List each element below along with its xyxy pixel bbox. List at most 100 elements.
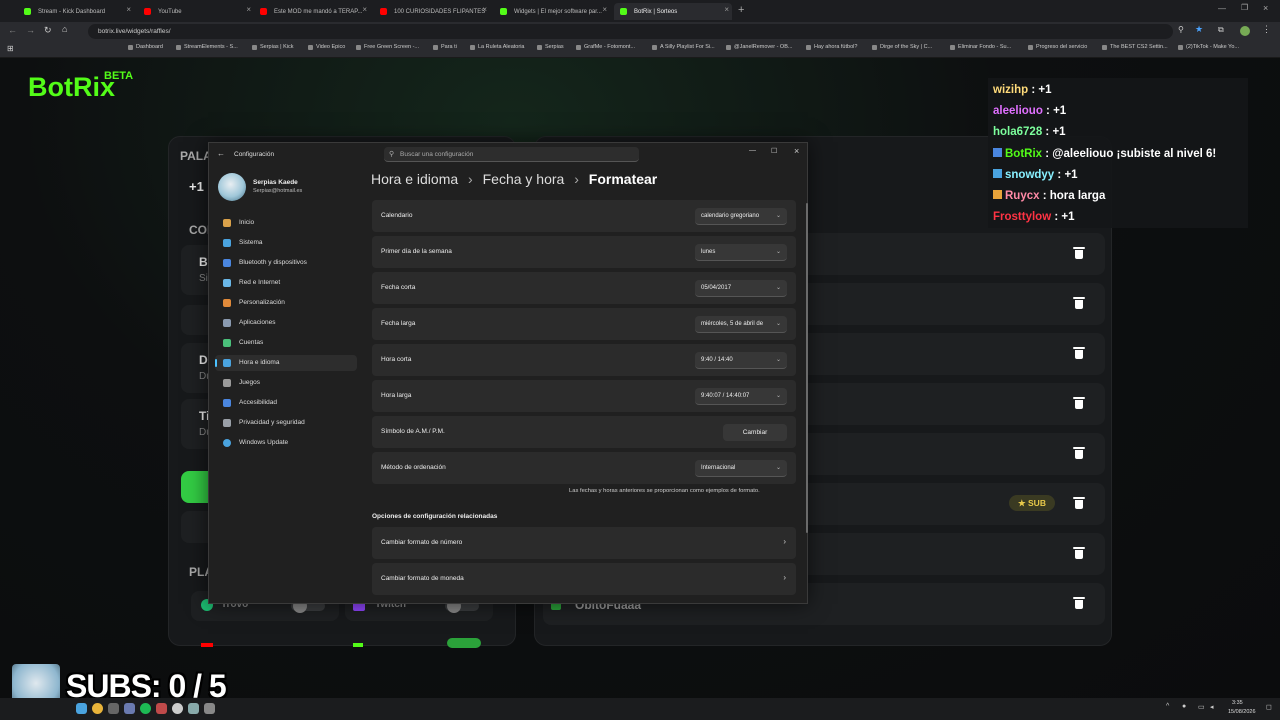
taskview-icon[interactable]	[108, 703, 119, 714]
close-tab-icon[interactable]: ×	[126, 5, 131, 14]
delete-icon[interactable]	[1072, 596, 1086, 610]
close-tab-icon[interactable]: ×	[246, 5, 251, 14]
minimize-window-button[interactable]: —	[1218, 4, 1226, 13]
long-time-dropdown[interactable]: 9:40:07 / 14:40:07 ⌄	[695, 388, 787, 405]
tray-chevron-icon[interactable]: ^	[1166, 703, 1169, 710]
bookmark[interactable]: Dirge of the Sky | C...	[872, 44, 932, 50]
botrix-logo[interactable]: BotRix	[28, 72, 115, 103]
calendar-dropdown[interactable]: calendario gregoriano ⌄	[695, 208, 787, 225]
zoom-icon[interactable]: ⚲	[1178, 25, 1184, 34]
start-icon[interactable]	[76, 703, 87, 714]
nav-item-accesibilidad[interactable]: Accesibilidad	[215, 395, 357, 411]
sort-method-dropdown[interactable]: Internacional ⌄	[695, 460, 787, 477]
related-link-currency-format[interactable]: Cambiar formato de moneda ›	[372, 563, 796, 595]
delete-icon[interactable]	[1072, 296, 1086, 310]
close-tab-icon[interactable]: ×	[362, 5, 367, 14]
bookmark[interactable]: StreamElements - S...	[176, 44, 238, 50]
apps-icon[interactable]: ⊞	[7, 44, 14, 53]
browser-tab[interactable]: 100 CURIOSIDADES FLIPANTES ×	[374, 3, 490, 20]
close-tab-icon[interactable]: ×	[482, 5, 487, 14]
short-date-dropdown[interactable]: 05/04/2017 ⌄	[695, 280, 787, 297]
breadcrumb-item[interactable]: Hora e idioma	[371, 171, 458, 187]
nav-item-juegos[interactable]: Juegos	[215, 375, 357, 391]
bookmark[interactable]: GrafMe - Fotomont...	[576, 44, 635, 50]
app-icon[interactable]	[204, 703, 215, 714]
explorer-icon[interactable]	[124, 703, 135, 714]
bookmark[interactable]: Progreso del servicio	[1028, 44, 1087, 50]
bookmark[interactable]: (2)TikTok - Make Yo...	[1178, 44, 1239, 50]
settings-search-input[interactable]: ⚲ Buscar una configuración	[384, 147, 639, 162]
url-field[interactable]: botrix.live/widgets/raffles/	[88, 24, 1173, 39]
short-time-dropdown[interactable]: 9:40 / 14:40 ⌄	[695, 352, 787, 369]
nav-item-red[interactable]: Red e Internet	[215, 275, 357, 291]
new-tab-button[interactable]: +	[738, 4, 744, 16]
delete-icon[interactable]	[1072, 496, 1086, 510]
app-icon[interactable]	[172, 703, 183, 714]
settings-gear-icon[interactable]	[188, 703, 199, 714]
change-ampm-button[interactable]: Cambiar	[723, 424, 787, 441]
maximize-icon[interactable]: ☐	[771, 147, 777, 155]
bookmark[interactable]: @JanelRemover - OB...	[726, 44, 792, 50]
browser-tab[interactable]: Este MOD me mandó a TERAP... ×	[254, 3, 370, 20]
back-icon[interactable]: ←	[8, 25, 17, 35]
bookmark[interactable]: The BEST CS2 Settin...	[1102, 44, 1168, 50]
clock-date[interactable]: 15/08/2026	[1228, 709, 1256, 715]
reload-icon[interactable]: ↻	[44, 25, 52, 36]
kick-toggle[interactable]	[447, 638, 481, 648]
bookmark[interactable]: Para ti	[433, 44, 457, 50]
long-date-dropdown[interactable]: miércoles, 5 de abril de ⌄	[695, 316, 787, 333]
nav-item-hora-idioma[interactable]: Hora e idioma	[215, 355, 357, 371]
nav-item-inicio[interactable]: Inicio	[215, 215, 357, 231]
avatar[interactable]	[218, 173, 246, 201]
settings-scrollbar[interactable]	[806, 203, 808, 533]
browser-tab[interactable]: YouTube ×	[138, 3, 254, 20]
delete-icon[interactable]	[1072, 446, 1086, 460]
delete-icon[interactable]	[1072, 246, 1086, 260]
nav-item-sistema[interactable]: Sistema	[215, 235, 357, 251]
browser-tab-active[interactable]: BotRix | Sorteos ×	[614, 3, 732, 20]
forward-icon[interactable]: →	[26, 25, 35, 35]
delete-icon[interactable]	[1072, 396, 1086, 410]
delete-icon[interactable]	[1072, 346, 1086, 360]
mic-icon[interactable]: ●	[1182, 703, 1186, 710]
bookmark[interactable]: Eliminar Fondo - Su...	[950, 44, 1011, 50]
notification-icon[interactable]: ◻	[1266, 703, 1272, 711]
menu-icon[interactable]: ⋮	[1262, 24, 1271, 35]
bookmark-star-icon[interactable]: ★	[1195, 24, 1203, 35]
app-icon[interactable]	[156, 703, 167, 714]
bookmark[interactable]: Serpias	[537, 44, 564, 50]
minimize-icon[interactable]: —	[749, 147, 756, 154]
delete-icon[interactable]	[1072, 546, 1086, 560]
related-link-number-format[interactable]: Cambiar formato de número ›	[372, 527, 796, 559]
bookmark[interactable]: Video Epico	[308, 44, 345, 50]
chrome-icon[interactable]	[92, 703, 103, 714]
nav-item-privacidad[interactable]: Privacidad y seguridad	[215, 415, 357, 431]
close-tab-icon[interactable]: ×	[602, 5, 607, 14]
home-icon[interactable]: ⌂	[62, 24, 67, 34]
close-tab-icon[interactable]: ×	[724, 5, 729, 14]
bookmark[interactable]: A Silly Playlist For Si...	[652, 44, 715, 50]
extensions-icon[interactable]: ⧉	[1218, 25, 1224, 35]
bookmark[interactable]: Free Green Screen -...	[356, 44, 419, 50]
profile-icon[interactable]	[1240, 26, 1250, 36]
browser-tab[interactable]: Widgets | El mejor software par... ×	[494, 3, 610, 20]
close-window-button[interactable]: ×	[1263, 3, 1268, 13]
network-icon[interactable]: ▭	[1198, 703, 1205, 711]
nav-item-aplicaciones[interactable]: Aplicaciones	[215, 315, 357, 331]
bookmark[interactable]: Hay ahora fútbol?	[806, 44, 857, 50]
nav-item-cuentas[interactable]: Cuentas	[215, 335, 357, 351]
breadcrumb-item[interactable]: Fecha y hora	[483, 171, 565, 187]
close-icon[interactable]: ×	[794, 146, 799, 156]
restore-window-button[interactable]: ❐	[1241, 3, 1248, 12]
bookmark[interactable]: Serpias | Kick	[252, 44, 294, 50]
back-arrow-icon[interactable]: ←	[217, 149, 225, 158]
first-day-dropdown[interactable]: lunes ⌄	[695, 244, 787, 261]
bookmark[interactable]: Dashboard	[128, 44, 163, 50]
volume-icon[interactable]: ◂	[1210, 703, 1214, 711]
bookmark[interactable]: La Ruleta Aleatoria	[470, 44, 524, 50]
nav-item-bluetooth[interactable]: Bluetooth y dispositivos	[215, 255, 357, 271]
spotify-icon[interactable]	[140, 703, 151, 714]
clock-time[interactable]: 3:35	[1232, 700, 1243, 706]
browser-tab[interactable]: Stream - Kick Dashboard ×	[18, 3, 134, 20]
nav-item-windows-update[interactable]: Windows Update	[215, 435, 357, 451]
